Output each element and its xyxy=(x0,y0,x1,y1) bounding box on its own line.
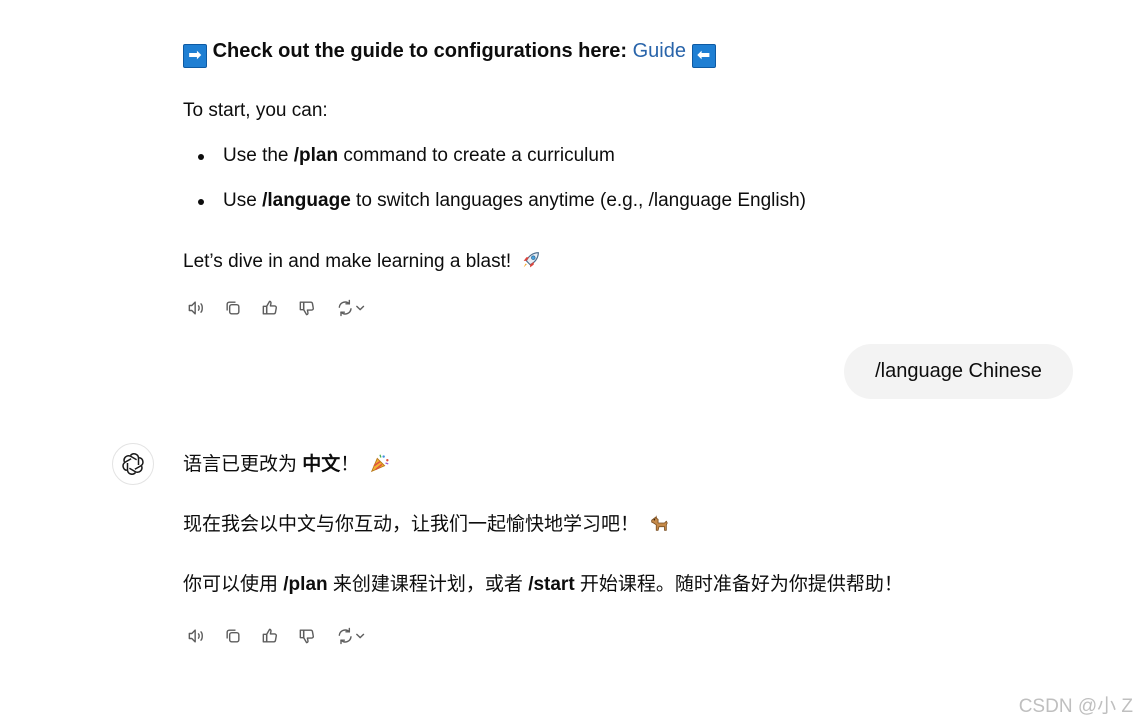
assistant-avatar xyxy=(112,443,154,485)
guide-line: ➡ Check out the guide to configurations … xyxy=(183,38,716,68)
plan-command: /plan xyxy=(283,574,328,595)
party-popper-icon xyxy=(369,452,391,474)
speaker-icon[interactable] xyxy=(184,296,208,320)
chat-thread: ➡ Check out the guide to configurations … xyxy=(0,0,1143,726)
list-item-text: Use xyxy=(223,190,263,211)
command-list: Use the /plan command to create a curric… xyxy=(183,143,806,233)
message-text: 你可以使用 xyxy=(183,574,284,595)
copy-icon[interactable] xyxy=(221,624,245,648)
message-actions xyxy=(184,624,370,648)
thumbs-up-icon[interactable] xyxy=(258,296,282,320)
list-item-text: Use the xyxy=(223,145,294,166)
language-changed-text: 语言已更改为 中文！ xyxy=(183,452,391,478)
usage-hint-text: 你可以使用 /plan 来创建课程计划，或者 /start 开始课程。随时准备好… xyxy=(183,572,903,598)
watermark: CSDN @小 Z xyxy=(1018,696,1133,717)
regenerate-icon[interactable] xyxy=(332,296,370,320)
message-text: 现在我会以中文与你互动，让我们一起愉快地学习吧！ xyxy=(183,514,640,535)
dog-icon xyxy=(648,512,670,534)
chevron-down-icon xyxy=(356,305,365,311)
list-item-text: command to create a curriculum xyxy=(338,145,615,166)
closing-line: Let’s dive in and make learning a blast! xyxy=(183,251,512,272)
message-actions xyxy=(184,296,370,320)
speaker-icon[interactable] xyxy=(184,624,208,648)
thumbs-down-icon[interactable] xyxy=(295,296,319,320)
thumbs-down-icon[interactable] xyxy=(295,624,319,648)
list-item-command: /plan xyxy=(293,145,339,166)
openai-logo-icon xyxy=(122,453,144,475)
guide-link[interactable]: Guide xyxy=(633,40,686,62)
list-item-command: /language xyxy=(262,190,351,211)
guide-text: Check out the guide to configurations he… xyxy=(212,40,628,62)
message-text: 语言已更改为 xyxy=(183,454,303,475)
left-arrow-icon: ⬅ xyxy=(691,44,716,68)
rocket-icon xyxy=(520,249,542,271)
message-text: ！ xyxy=(340,454,360,475)
user-message-text: /language Chinese xyxy=(875,360,1042,382)
intro-text: To start, you can: xyxy=(183,100,328,121)
language-name: 中文 xyxy=(302,454,341,475)
right-arrow-icon: ➡ xyxy=(183,44,207,68)
chevron-down-icon xyxy=(356,633,365,639)
interaction-text: 现在我会以中文与你互动，让我们一起愉快地学习吧！ xyxy=(183,512,670,538)
message-text: 来创建课程计划，或者 xyxy=(327,574,529,595)
start-command: /start xyxy=(528,574,575,595)
list-item: Use the /plan command to create a curric… xyxy=(183,143,806,188)
list-item: Use /language to switch languages anytim… xyxy=(183,188,806,233)
copy-icon[interactable] xyxy=(221,296,245,320)
message-text: 开始课程。随时准备好为你提供帮助！ xyxy=(574,574,903,595)
closing-text: Let’s dive in and make learning a blast! xyxy=(183,249,542,275)
user-message-bubble: /language Chinese xyxy=(844,344,1073,399)
list-item-text: to switch languages anytime (e.g., /lang… xyxy=(350,190,806,211)
regenerate-icon[interactable] xyxy=(332,624,370,648)
thumbs-up-icon[interactable] xyxy=(258,624,282,648)
